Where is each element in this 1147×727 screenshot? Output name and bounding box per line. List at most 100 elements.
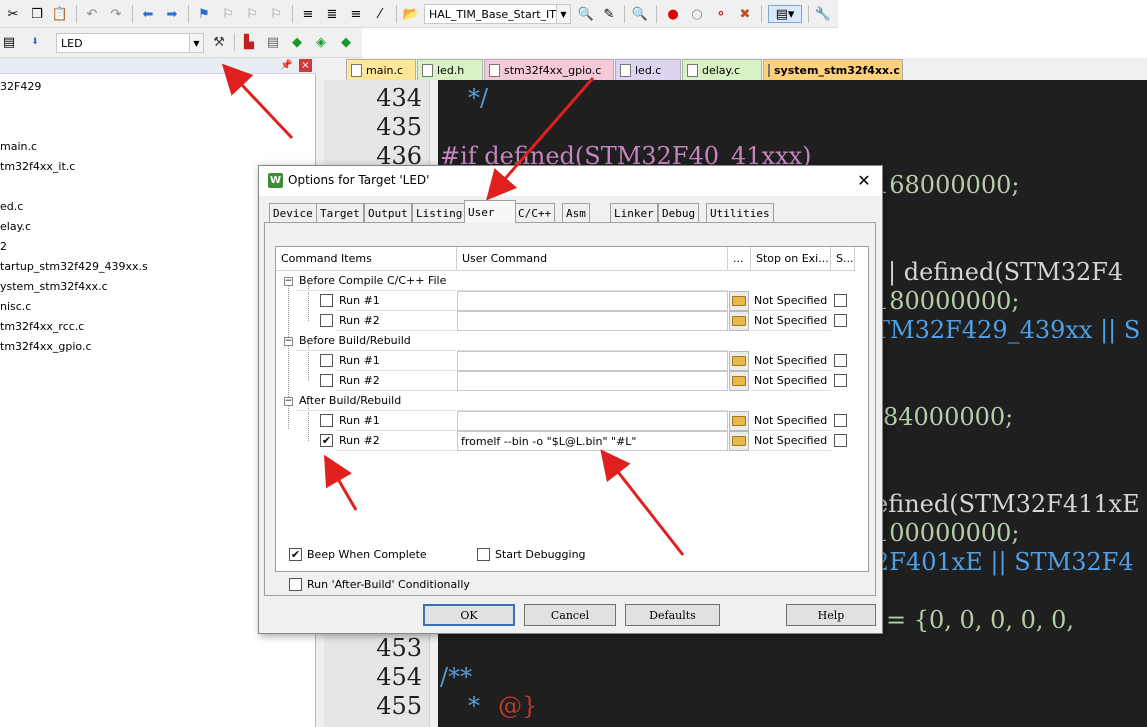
- column-header-stop-on-exit[interactable]: Stop on Exi...: [751, 247, 831, 271]
- browse-folder-button[interactable]: [729, 431, 749, 451]
- tab-output[interactable]: Output: [364, 203, 412, 222]
- tab-user[interactable]: User: [464, 200, 516, 223]
- incremental-find-icon[interactable]: ✎: [600, 5, 618, 23]
- project-file[interactable]: tm32f4xx_rcc.c: [0, 320, 84, 333]
- tab-linker[interactable]: Linker: [610, 203, 658, 222]
- tab-main-c[interactable]: main.c: [346, 59, 416, 80]
- indent-icon[interactable]: ≡: [299, 5, 317, 23]
- tab-listing[interactable]: Listing: [412, 203, 467, 222]
- file-extensions-icon[interactable]: ▤: [264, 33, 282, 51]
- options-for-target-icon[interactable]: ⚒: [210, 33, 228, 51]
- project-file[interactable]: main.c: [0, 140, 37, 153]
- unindent-icon[interactable]: ≣: [323, 5, 341, 23]
- next-bookmark-icon[interactable]: ⚐: [243, 5, 261, 23]
- stop-on-exit-value[interactable]: Not Specified: [751, 291, 831, 311]
- clear-bookmarks-icon[interactable]: ⚐: [267, 5, 285, 23]
- chevron-down-icon[interactable]: ▼: [189, 34, 203, 52]
- prev-bookmark-icon[interactable]: ⚐: [219, 5, 237, 23]
- stop-on-exit-value[interactable]: Not Specified: [751, 411, 831, 431]
- tab-device[interactable]: Device: [269, 203, 317, 222]
- project-file[interactable]: nisc.c: [0, 300, 31, 313]
- user-command-input[interactable]: fromelf --bin -o "$L@L.bin" "#L": [457, 431, 728, 451]
- run-checkbox[interactable]: [320, 294, 333, 307]
- browse-folder-button[interactable]: [729, 291, 749, 311]
- kill-breakpoints-icon[interactable]: ✖: [736, 5, 754, 23]
- column-header-user-command[interactable]: User Command: [457, 247, 728, 271]
- project-file[interactable]: ed.c: [0, 200, 23, 213]
- column-header-command-items[interactable]: Command Items: [276, 247, 457, 271]
- tab-debug[interactable]: Debug: [658, 203, 700, 222]
- tab-asm[interactable]: Asm: [562, 203, 590, 222]
- navigate-forward-icon[interactable]: ➡: [163, 5, 181, 23]
- tab-led-c[interactable]: led.c: [615, 59, 681, 80]
- cancel-button[interactable]: Cancel: [524, 604, 616, 626]
- select-packs-icon[interactable]: ◈: [312, 33, 330, 51]
- silent-checkbox[interactable]: [834, 414, 847, 427]
- batch-build-icon[interactable]: ▤: [0, 33, 18, 51]
- copy-icon[interactable]: ❐: [28, 5, 46, 23]
- window-layout-icon[interactable]: ▤▾: [768, 5, 802, 23]
- stop-on-exit-value[interactable]: Not Specified: [751, 371, 831, 391]
- close-icon[interactable]: ×: [299, 59, 312, 72]
- project-root[interactable]: 32F429: [0, 80, 41, 93]
- project-file[interactable]: ystem_stm32f4xx.c: [0, 280, 108, 293]
- user-command-input[interactable]: [457, 371, 728, 391]
- project-file[interactable]: tm32f4xx_gpio.c: [0, 340, 92, 353]
- paste-icon[interactable]: 📋: [51, 5, 69, 23]
- find-icon[interactable]: 🔍: [577, 5, 595, 23]
- dialog-title-bar[interactable]: W Options for Target 'LED' ✕: [259, 166, 882, 196]
- collapse-toggle[interactable]: −: [284, 397, 293, 406]
- silent-checkbox[interactable]: [834, 314, 847, 327]
- browse-folder-button[interactable]: [729, 351, 749, 371]
- project-file[interactable]: elay.c: [0, 220, 31, 233]
- column-header-browse[interactable]: ...: [728, 247, 751, 271]
- uncomment-icon[interactable]: ⁄: [371, 5, 389, 23]
- run-checkbox[interactable]: [320, 374, 333, 387]
- tab-delay-c[interactable]: delay.c: [682, 59, 762, 80]
- help-button[interactable]: Help: [786, 604, 876, 626]
- undo-icon[interactable]: ↶: [83, 5, 101, 23]
- navigate-back-icon[interactable]: ⬅: [139, 5, 157, 23]
- function-combo[interactable]: HAL_TIM_Base_Start_IT ▼: [424, 4, 571, 24]
- close-icon[interactable]: ✕: [854, 170, 874, 190]
- download-icon[interactable]: ⬇: [26, 33, 44, 51]
- redo-icon[interactable]: ↷: [107, 5, 125, 23]
- configure-icon[interactable]: 🔧: [814, 5, 832, 23]
- user-command-input[interactable]: [457, 411, 728, 431]
- comment-icon[interactable]: ≡: [347, 5, 365, 23]
- pin-icon[interactable]: 📌: [280, 59, 293, 72]
- defaults-button[interactable]: Defaults: [625, 604, 720, 626]
- disable-breakpoints-icon[interactable]: ⚬: [712, 5, 730, 23]
- tab-system-stm32f4xx-c[interactable]: system_stm32f4xx.c: [763, 59, 903, 80]
- tab-c-cpp[interactable]: C/C++: [514, 203, 556, 222]
- silent-checkbox[interactable]: [834, 354, 847, 367]
- run-checkbox-checked[interactable]: ✔: [320, 434, 333, 447]
- run-checkbox[interactable]: [320, 314, 333, 327]
- run-after-build-option[interactable]: Run 'After-Build' Conditionally: [289, 578, 470, 591]
- debug-session-icon[interactable]: 🔍: [631, 5, 649, 23]
- column-header-silent[interactable]: S...: [831, 247, 855, 271]
- find-in-files-icon[interactable]: 📂: [402, 5, 420, 23]
- ok-button[interactable]: OK: [423, 604, 515, 626]
- collapse-toggle[interactable]: −: [284, 337, 293, 346]
- browse-folder-button[interactable]: [729, 371, 749, 391]
- start-debugging-option[interactable]: Start Debugging: [477, 548, 586, 561]
- project-file[interactable]: tartup_stm32f429_439xx.s: [0, 260, 148, 273]
- manage-project-items-icon[interactable]: ▙: [240, 33, 258, 51]
- user-command-input[interactable]: [457, 311, 728, 331]
- run-checkbox[interactable]: [320, 414, 333, 427]
- user-command-input[interactable]: [457, 351, 728, 371]
- enable-breakpoint-icon[interactable]: ○: [688, 5, 706, 23]
- browse-folder-button[interactable]: [729, 311, 749, 331]
- checkbox[interactable]: [289, 578, 302, 591]
- run-checkbox[interactable]: [320, 354, 333, 367]
- cut-icon[interactable]: ✂: [4, 5, 22, 23]
- silent-checkbox[interactable]: [834, 294, 847, 307]
- stop-on-exit-value[interactable]: Not Specified: [751, 431, 831, 451]
- pack-installer-icon[interactable]: ◆: [288, 33, 306, 51]
- silent-checkbox[interactable]: [834, 434, 847, 447]
- tab-utilities[interactable]: Utilities: [706, 203, 774, 222]
- user-command-input[interactable]: [457, 291, 728, 311]
- stop-on-exit-value[interactable]: Not Specified: [751, 351, 831, 371]
- browse-folder-button[interactable]: [729, 411, 749, 431]
